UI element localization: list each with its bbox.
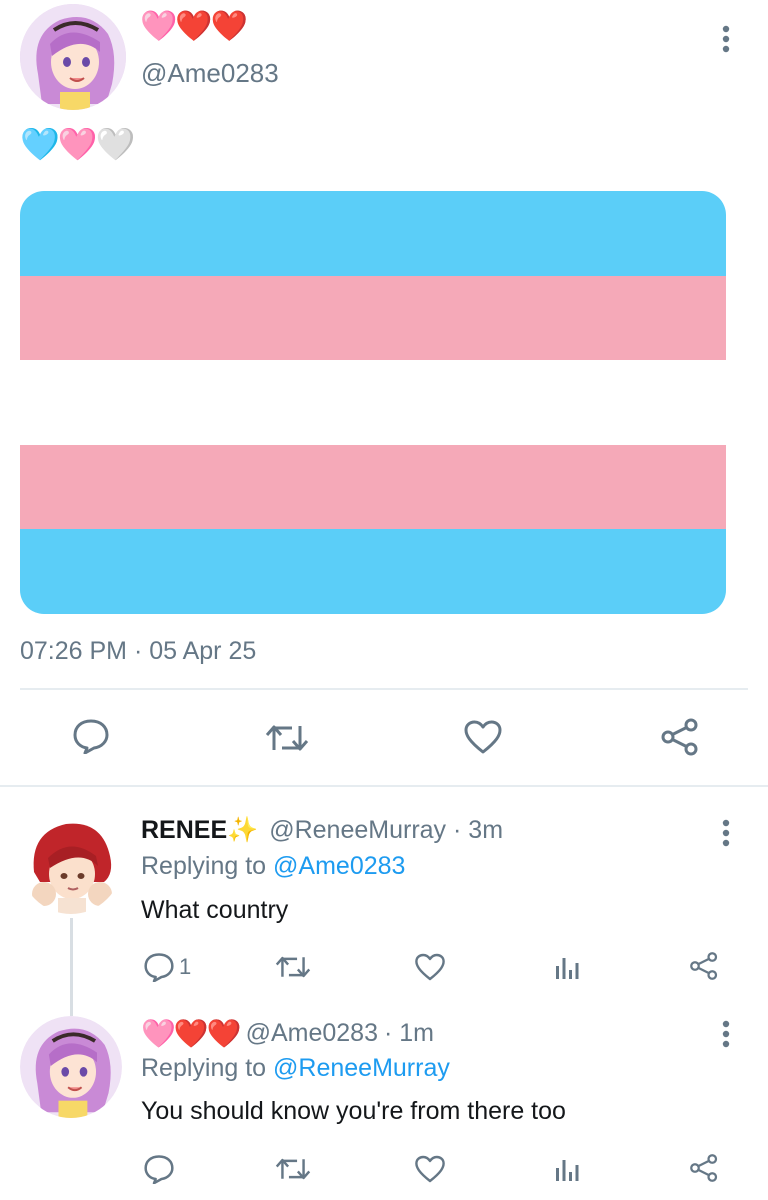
reply-time: · 3m — [453, 816, 504, 844]
reply-text: You should know you're from there too — [141, 1097, 566, 1125]
tweet-body-emojis: 🩵🩷🤍 — [20, 126, 136, 162]
more-options-button[interactable] — [714, 1016, 738, 1052]
vertical-dots-icon — [722, 25, 730, 53]
replying-to-line: Replying to @ReneeMurray — [141, 1054, 450, 1083]
replying-label: Replying to — [141, 1054, 267, 1082]
flag-stripe-pink — [20, 275, 726, 361]
avatar-ame[interactable] — [20, 4, 126, 110]
heart-outline-icon — [464, 720, 502, 754]
flag-stripe-blue — [20, 529, 726, 614]
author-handle[interactable]: @Ame0283 — [246, 1019, 378, 1048]
like-button[interactable] — [463, 719, 503, 755]
retweet-button[interactable] — [274, 1156, 312, 1182]
share-icon — [690, 952, 718, 980]
tweet-timestamp: 07:26 PM · 05 Apr 25 — [20, 637, 257, 665]
flag-stripe-white — [20, 360, 726, 445]
divider — [20, 688, 748, 690]
author-handle[interactable]: @ReneeMurray — [269, 816, 446, 844]
bar-chart-icon — [556, 958, 579, 979]
replying-label: Replying to — [141, 852, 267, 880]
reply-header: 🩷❤️❤️ @Ame0283 · 1m — [141, 1017, 434, 1050]
share-button[interactable] — [689, 1153, 719, 1183]
reply-header: RENEE✨ @ReneeMurray · 3m — [141, 816, 503, 845]
divider — [0, 785, 768, 787]
share-button[interactable] — [689, 951, 719, 981]
speech-bubble-icon — [73, 719, 109, 754]
heart-outline-icon — [415, 1155, 445, 1183]
retweet-button[interactable] — [274, 954, 312, 980]
replying-to-line: Replying to @Ame0283 — [141, 852, 405, 881]
display-name[interactable]: RENEE✨ — [141, 816, 258, 844]
avatar-ame[interactable] — [20, 1016, 122, 1118]
reply-text: What country — [141, 896, 289, 924]
retweet-icon — [275, 956, 311, 978]
flag-stripe-blue — [20, 191, 726, 276]
more-options-button[interactable] — [714, 21, 738, 57]
bar-chart-icon — [556, 1160, 579, 1181]
reply-button[interactable] — [143, 1154, 175, 1184]
trans-flag-image[interactable] — [20, 191, 726, 614]
avatar-renee[interactable] — [20, 812, 122, 914]
stats-button[interactable] — [554, 1156, 580, 1182]
replying-to-handle[interactable]: @ReneeMurray — [273, 1054, 450, 1082]
reply-button[interactable]: 1 — [143, 952, 191, 982]
speech-bubble-icon — [144, 953, 174, 982]
more-options-button[interactable] — [714, 815, 738, 851]
stats-button[interactable] — [554, 954, 580, 980]
flag-stripe-pink — [20, 444, 726, 530]
speech-bubble-icon — [144, 1155, 174, 1184]
like-button[interactable] — [414, 952, 446, 982]
share-icon — [690, 1154, 718, 1182]
replying-to-handle[interactable]: @Ame0283 — [273, 852, 405, 880]
retweet-icon — [265, 725, 309, 751]
reply-button[interactable] — [72, 718, 110, 754]
vertical-dots-icon — [722, 1020, 730, 1048]
retweet-button[interactable] — [264, 722, 310, 754]
vertical-dots-icon — [722, 819, 730, 847]
author-handle[interactable]: @Ame0283 — [141, 58, 279, 89]
like-button[interactable] — [414, 1154, 446, 1184]
reply-time: · 1m — [384, 1019, 434, 1047]
retweet-icon — [275, 1158, 311, 1180]
reply-count: 1 — [179, 954, 192, 979]
heart-outline-icon — [415, 953, 445, 981]
share-button[interactable] — [660, 718, 700, 756]
name-emojis[interactable]: 🩷❤️❤️ — [141, 1017, 242, 1050]
thread-connector-line — [70, 918, 73, 1016]
share-icon — [661, 718, 698, 756]
name-emojis: 🩷❤️❤️ — [140, 10, 248, 43]
